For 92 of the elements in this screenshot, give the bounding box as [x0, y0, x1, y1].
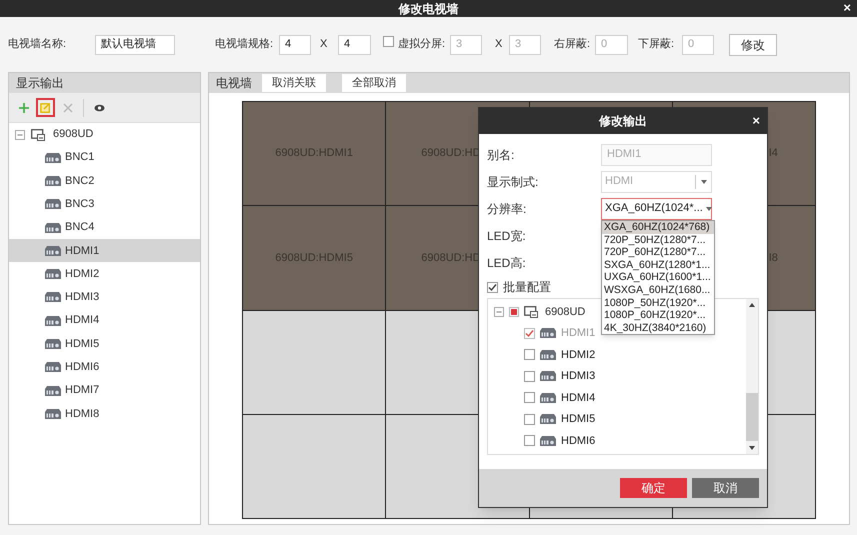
output-port-icon [45, 339, 61, 350]
close-button[interactable]: × [752, 111, 760, 131]
field-label: LED高: [487, 254, 527, 272]
output-port-icon [540, 436, 556, 446]
scrollbar[interactable] [746, 299, 758, 454]
field-label: 电视墙规格: [215, 37, 274, 52]
tree-item[interactable]: HDMI6 [9, 356, 200, 379]
output-port-icon [45, 292, 61, 302]
tree-item[interactable]: HDMI5 [561, 411, 596, 428]
tree-item[interactable]: 6908UD [53, 126, 94, 143]
dropdown-option[interactable]: WSXGA_60HZ(1680... [602, 284, 714, 297]
name-field[interactable]: 默认电视墙 [95, 34, 175, 54]
edit-icon [40, 102, 51, 113]
output-port-icon [45, 222, 61, 233]
tree-item[interactable]: HDMI3 [561, 368, 596, 384]
field-label: 电视墙名称: [8, 37, 68, 52]
toolbar-button[interactable]: 取消关联 [262, 74, 326, 92]
monitor-icon [524, 306, 538, 318]
output-port-icon [45, 199, 61, 210]
tree-item[interactable]: HDMI4 [561, 390, 596, 406]
output-port-icon [45, 408, 61, 419]
dropdown-option[interactable]: 1080P_60HZ(1920*... [602, 309, 714, 322]
field-label: LED宽: [487, 228, 527, 244]
screen-cell[interactable] [243, 310, 386, 414]
checkbox-label: 虚拟分屏: [398, 36, 446, 52]
tree-item[interactable]: BNC1 [9, 146, 200, 170]
checkbox[interactable] [524, 414, 535, 425]
multiply-label: X [320, 37, 328, 52]
columns-field[interactable]: 4 [338, 34, 371, 54]
tree-item[interactable]: HDMI7 [9, 378, 200, 402]
output-port-icon [540, 350, 556, 360]
output-port-icon [45, 152, 61, 163]
collapse-icon[interactable] [494, 306, 504, 317]
close-icon [62, 102, 72, 112]
checkbox[interactable] [524, 349, 535, 360]
checkbox[interactable] [524, 435, 535, 446]
output-port-icon [540, 392, 556, 403]
dropdown-option[interactable]: XGA_60HZ(1024*768) [602, 221, 714, 234]
tree-item[interactable]: HDMI4 [9, 309, 200, 332]
output-port-icon [45, 316, 61, 326]
toolbar-button[interactable]: 全部取消 [342, 74, 406, 92]
checkbox[interactable] [524, 370, 535, 382]
panel-title: 电视墙 [216, 75, 252, 92]
checkbox[interactable] [509, 306, 519, 317]
dropdown-option[interactable]: UXGA_60HZ(1600*1... [602, 271, 714, 284]
tree-item[interactable]: HDMI2 [9, 262, 200, 286]
confirm-button[interactable]: 确定 [620, 478, 687, 498]
tree-item[interactable]: HDMI2 [561, 346, 596, 363]
window-title: 修改电视墙 [398, 0, 458, 18]
tree-item[interactable]: HDMI1 [9, 239, 200, 262]
field-label: 下屏蔽: [638, 36, 676, 52]
output-port-icon [540, 371, 556, 382]
dropdown-option[interactable]: 1080P_50HZ(1920*... [602, 296, 714, 310]
tree-item[interactable]: HDMI8 [9, 402, 200, 426]
output-port-icon [540, 414, 556, 424]
collapse-icon[interactable] [15, 130, 25, 140]
dropdown-option[interactable]: 720P_50HZ(1280*7... [602, 234, 714, 246]
output-port-icon [45, 246, 61, 256]
output-port-icon [540, 328, 556, 338]
dropdown-option[interactable]: SXGA_60HZ(1280*1... [602, 258, 714, 272]
multiply-label: X [495, 37, 503, 52]
virtual-split-checkbox[interactable] [383, 36, 394, 48]
field-label: 右屏蔽: [554, 36, 592, 52]
tree-item[interactable]: 6908UD [545, 304, 586, 320]
screen-cell[interactable] [243, 414, 386, 518]
monitor-icon [31, 128, 45, 140]
modify-button[interactable]: 修改 [729, 34, 777, 56]
output-port-icon [45, 386, 61, 396]
dropdown-option[interactable]: 4K_30HZ(3840*2160) [602, 322, 714, 334]
tree-item[interactable]: HDMI5 [9, 332, 200, 356]
checkbox[interactable] [524, 392, 535, 404]
close-button[interactable]: × [843, 0, 851, 15]
tree-item[interactable]: BNC2 [9, 169, 200, 193]
dropdown-option[interactable]: 720P_60HZ(1280*7... [602, 246, 714, 259]
output-port-icon [45, 362, 61, 372]
tree-item[interactable]: BNC4 [9, 216, 200, 240]
rows-field[interactable]: 4 [279, 34, 311, 54]
batch-checkbox[interactable] [487, 282, 498, 292]
tree-item[interactable]: HDMI3 [9, 286, 200, 310]
edit-button[interactable] [36, 98, 55, 117]
cancel-button[interactable]: 取消 [692, 478, 759, 498]
plus-icon [18, 102, 30, 114]
select-field[interactable]: XGA_60HZ(1024*... [601, 198, 712, 220]
caret-icon [700, 180, 706, 184]
dialog-title: 修改输出 [599, 113, 647, 130]
panel-title: 显示输出 [16, 75, 64, 92]
eye-icon [94, 104, 105, 112]
field-label: 别名: [487, 146, 516, 164]
output-port-icon [45, 269, 61, 280]
tree-item[interactable]: HDMI6 [561, 432, 596, 449]
tree-item[interactable]: BNC3 [9, 192, 200, 216]
output-port-icon [45, 176, 61, 186]
